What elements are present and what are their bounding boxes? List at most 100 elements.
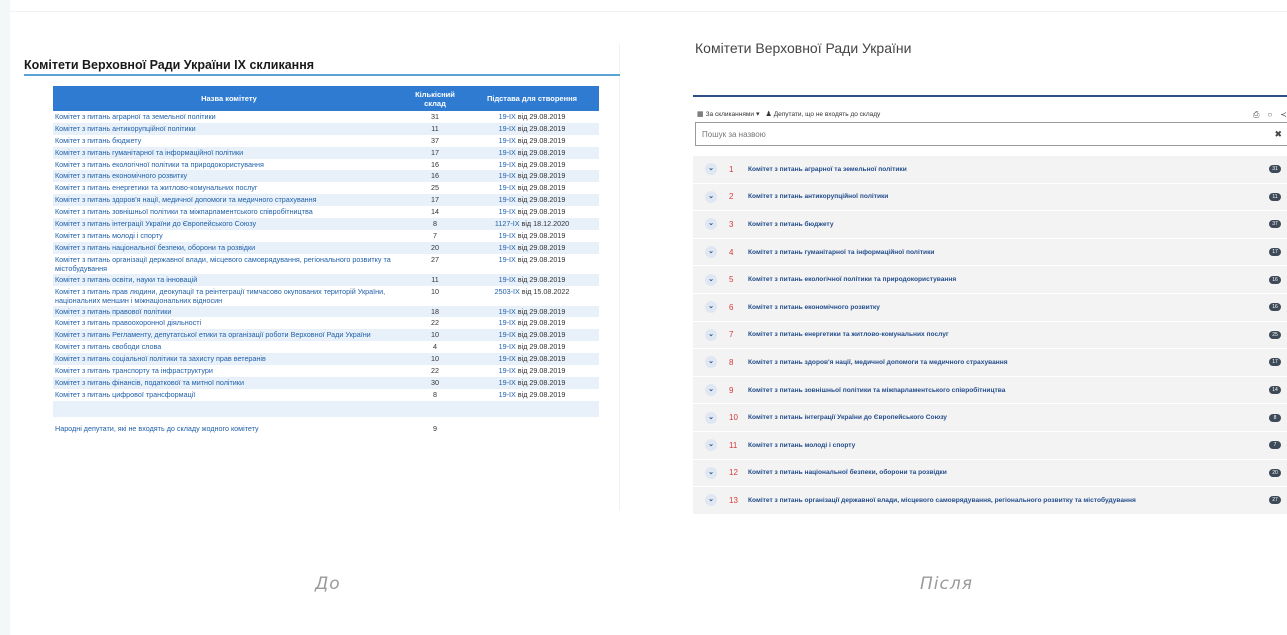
- committee-name-link[interactable]: Комітет з питань прав людини, деокупації…: [53, 286, 405, 306]
- committee-name-link[interactable]: Комітет з питань економічного розвитку: [53, 170, 405, 183]
- list-item[interactable]: ⌄ 4 Комітет з питань гуманітарної та інфор…: [693, 238, 1287, 267]
- committee-name[interactable]: Комітет з питань антикорупційної політик…: [748, 193, 888, 200]
- committee-name-link[interactable]: Комітет з питань національної безпеки, о…: [53, 241, 405, 254]
- table-row: Комітет з питань інтеграції України до Є…: [53, 218, 599, 230]
- committee-basis: 19-IX від 29.08.2019: [465, 159, 599, 171]
- resolution-link[interactable]: 19-IX: [499, 231, 516, 240]
- resolution-link[interactable]: 19-IX: [499, 124, 516, 133]
- committee-name-link[interactable]: Комітет з питань свободи слова: [53, 341, 405, 353]
- chevron-down-icon[interactable]: ⌄: [705, 439, 717, 452]
- resolution-link[interactable]: 2503-IX: [495, 287, 520, 296]
- committee-name-link[interactable]: Комітет з питань цифрової трансформації: [53, 389, 405, 401]
- list-item[interactable]: ⌄ 13 Комітет з питань організації державно…: [693, 487, 1287, 515]
- resolution-date: від 29.08.2019: [517, 135, 566, 145]
- committee-name[interactable]: Комітет з питань інтеграції України до Є…: [748, 414, 947, 421]
- list-item[interactable]: ⌄ 5 Комітет з питань екологічної політики …: [693, 266, 1287, 294]
- resolution-link[interactable]: 19-IX: [499, 330, 516, 339]
- convocations-dropdown[interactable]: ▦ За скликаннями ▾: [697, 110, 759, 119]
- committee-name-link[interactable]: Комітет з питань бюджету: [53, 135, 405, 147]
- chevron-down-icon[interactable]: ⌄: [705, 411, 717, 424]
- resolution-link[interactable]: 19-IX: [499, 160, 516, 169]
- chevron-down-icon[interactable]: ⌄: [705, 494, 717, 507]
- resolution-link[interactable]: 19-IX: [499, 148, 516, 157]
- committee-name[interactable]: Комітет з питань молоді і спорту: [748, 442, 855, 449]
- resolution-link[interactable]: 19-IX: [499, 275, 516, 284]
- committee-name[interactable]: Комітет з питань гуманітарної та інформа…: [748, 249, 934, 256]
- resolution-link[interactable]: 19-IX: [499, 354, 516, 363]
- chevron-down-icon[interactable]: ⌄: [705, 466, 717, 479]
- list-item[interactable]: ⌄ 9 Комітет з питань зовнішньої політики т…: [693, 376, 1287, 405]
- committee-name-link[interactable]: Комітет з питань освіти, науки та іннова…: [53, 273, 405, 286]
- close-icon[interactable]: ✖: [1274, 129, 1282, 140]
- committee-count: 10: [431, 286, 439, 296]
- chevron-down-icon[interactable]: ⌄: [705, 273, 717, 286]
- list-item[interactable]: ⌄ 8 Комітет з питань здоров'я нації, медич…: [693, 349, 1287, 377]
- resolution-link[interactable]: 19-IX: [499, 255, 516, 264]
- list-item[interactable]: ⌄ 2 Комітет з питань антикорупційної політ…: [693, 183, 1287, 212]
- chevron-down-icon[interactable]: ⌄: [705, 384, 717, 397]
- committee-name-link[interactable]: Комітет з питань фінансів, податкової та…: [53, 376, 405, 389]
- resolution-link[interactable]: 19-IX: [499, 136, 516, 145]
- resolution-link[interactable]: 19-IX: [499, 183, 516, 192]
- committee-name-link[interactable]: Комітет з питань здоров'я нації, медично…: [53, 194, 405, 207]
- list-item[interactable]: ⌄ 11 Комітет з питань молоді і спорту 7: [693, 431, 1287, 460]
- committee-name[interactable]: Комітет з питань здоров'я нації, медично…: [748, 359, 1008, 366]
- committee-name-link[interactable]: Комітет з питань екологічної політики та…: [53, 159, 405, 171]
- committee-name[interactable]: Комітет з питань зовнішньої політики та …: [748, 387, 1005, 394]
- committee-name-link[interactable]: Комітет з питань антикорупційної політик…: [53, 122, 405, 135]
- list-item[interactable]: ⌄ 12 Комітет з питань національної безпеки…: [693, 459, 1287, 488]
- share-icon[interactable]: ≺: [1280, 110, 1287, 120]
- committee-name-link[interactable]: Комітет з питань аграрної та земельної п…: [53, 111, 405, 123]
- committee-name-link[interactable]: Комітет з питань інтеграції України до Є…: [53, 218, 405, 230]
- member-count-badge: 31: [1269, 165, 1281, 174]
- committee-name[interactable]: Комітет з питань енергетики та житлово-к…: [748, 331, 949, 338]
- resolution-link[interactable]: 19-IX: [499, 171, 516, 180]
- committee-name[interactable]: Комітет з питань екологічної політики та…: [748, 276, 956, 283]
- committee-list: ⌄ 1 Комітет з питань аграрної та земельної…: [693, 156, 1287, 515]
- resolution-link[interactable]: 19-IX: [499, 390, 516, 399]
- resolution-link[interactable]: 19-IX: [499, 207, 516, 216]
- committee-name-link[interactable]: Комітет з питань Регламенту, депутатсько…: [53, 329, 405, 342]
- committee-name-link[interactable]: Комітет з питань правової політики: [53, 305, 405, 318]
- print-icon[interactable]: ⎙: [1253, 110, 1259, 120]
- resolution-link[interactable]: 19-IX: [499, 195, 516, 204]
- committee-name-link[interactable]: Комітет з питань молоді і спорту: [53, 230, 405, 242]
- chevron-down-icon[interactable]: ⌄: [705, 218, 717, 231]
- committee-name-link[interactable]: Комітет з питань гуманітарної та інформа…: [53, 146, 405, 159]
- list-item[interactable]: ⌄ 10 Комітет з питань інтеграції України д…: [693, 404, 1287, 432]
- chevron-down-icon[interactable]: ⌄: [705, 246, 717, 259]
- refresh-icon[interactable]: ○: [1267, 110, 1272, 120]
- resolution-link[interactable]: 19-IX: [499, 243, 516, 252]
- list-item[interactable]: ⌄ 6 Комітет з питань економічного розвитку…: [693, 293, 1287, 322]
- committee-name-link[interactable]: Комітет з питань організації державної в…: [53, 254, 405, 274]
- committee-name[interactable]: Комітет з питань національної безпеки, о…: [748, 469, 947, 476]
- resolution-link[interactable]: 19-IX: [499, 366, 516, 375]
- list-item[interactable]: ⌄ 7 Комітет з питань енергетики та житлово…: [693, 321, 1287, 350]
- chevron-down-icon[interactable]: ⌄: [705, 163, 717, 176]
- non-members-link[interactable]: Народні депутати, які не входять до скла…: [53, 416, 405, 439]
- search-input[interactable]: Пошук за назвою ✖: [695, 122, 1287, 146]
- list-item[interactable]: ⌄ 3 Комітет з питань бюджету 37: [693, 211, 1287, 239]
- committee-name-link[interactable]: Комітет з питань соціальної політики та …: [53, 353, 405, 366]
- chevron-down-icon[interactable]: ⌄: [705, 328, 717, 341]
- table-row: Комітет з питань здоров'я нації, медично…: [53, 194, 599, 207]
- chevron-down-icon[interactable]: ⌄: [705, 356, 717, 369]
- resolution-link[interactable]: 1127-IX: [495, 219, 520, 228]
- committee-name-link[interactable]: Комітет з питань транспорту та інфрастру…: [53, 365, 405, 377]
- committee-name[interactable]: Комітет з питань економічного розвитку: [748, 304, 880, 311]
- committee-name[interactable]: Комітет з питань бюджету: [748, 221, 834, 228]
- chevron-down-icon[interactable]: ⌄: [705, 190, 717, 203]
- chevron-down-icon[interactable]: ⌄: [705, 301, 717, 314]
- committee-name[interactable]: Комітет з питань організації державної в…: [748, 497, 1136, 504]
- resolution-link[interactable]: 19-IX: [499, 342, 516, 351]
- resolution-link[interactable]: 19-IX: [499, 318, 516, 327]
- list-item[interactable]: ⌄ 1 Комітет з питань аграрної та земельної…: [693, 156, 1287, 184]
- committee-name[interactable]: Комітет з питань аграрної та земельної п…: [748, 166, 907, 173]
- resolution-link[interactable]: 19-IX: [499, 112, 516, 121]
- resolution-link[interactable]: 19-IX: [499, 307, 516, 316]
- non-members-link[interactable]: ♟ Депутати, що не входять до складу: [765, 110, 880, 119]
- resolution-link[interactable]: 19-IX: [499, 378, 516, 387]
- committee-name-link[interactable]: Комітет з питань правоохоронної діяльнос…: [53, 317, 405, 329]
- committee-name-link[interactable]: Комітет з питань енергетики та житлово-к…: [53, 182, 405, 194]
- committee-name-link[interactable]: Комітет з питань зовнішньої політики та …: [53, 206, 405, 218]
